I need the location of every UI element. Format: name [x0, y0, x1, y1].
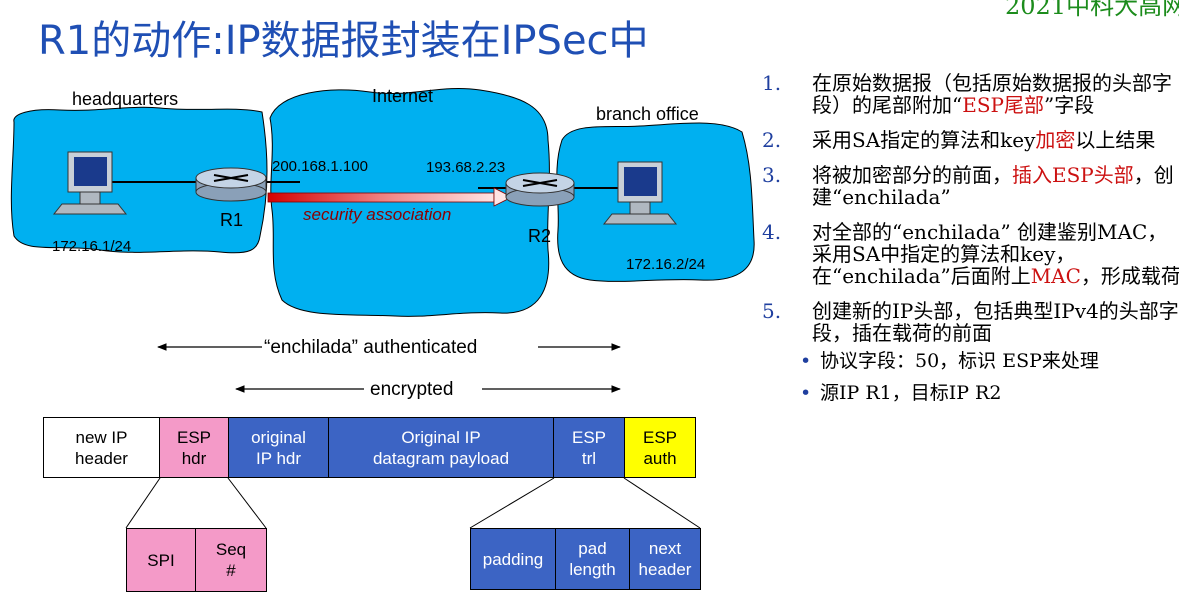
packet-esp-hdr: ESP hdr: [159, 417, 229, 478]
security-association-label: security association: [303, 205, 452, 224]
r2-label: R2: [528, 226, 552, 246]
branch-office-label: branch office: [596, 104, 699, 124]
esp-field-spi: SPI: [126, 528, 196, 592]
substep-item: • 协议字段：50，标识 ESP来处理: [800, 350, 1099, 372]
course-label: 2021中科大高网: [1005, 0, 1179, 20]
r2-public-ip: 193.68.2.23: [426, 159, 506, 176]
router-r1-icon: [195, 167, 267, 202]
packet-esp-trl: ESP trl: [553, 417, 625, 478]
packet-original-payload: Original IP datagram payload: [328, 417, 554, 478]
bullet-icon: •: [800, 350, 812, 372]
step-item: 4. 对全部的“enchilada” 创建鉴别MAC，采用SA中指定的算法和ke…: [762, 220, 1179, 288]
router-r2-icon: [505, 172, 575, 207]
substep-item: • 源IP R1，目标IP R2: [800, 382, 1002, 404]
headquarters-label: headquarters: [72, 89, 179, 109]
packet-new-ip-header: new IP header: [43, 417, 160, 478]
esp-trl-field-padding: padding: [470, 528, 556, 590]
hq-subnet-label: 172.16.1/24: [52, 238, 132, 255]
r1-label: R1: [220, 210, 244, 230]
branch-subnet-label: 172.16.2/24: [626, 256, 706, 273]
bullet-icon: •: [800, 382, 812, 404]
internet-label: Internet: [372, 86, 434, 106]
step-item: 5. 创建新的IP头部，包括典型IPv4的头部字段，插在载荷的前面: [762, 299, 1179, 345]
authenticated-span-label: “enchilada” authenticated: [264, 337, 478, 358]
packet-esp-auth: ESP auth: [624, 417, 696, 478]
esp-trl-field-next-header: next header: [629, 528, 701, 590]
r1-public-ip: 200.168.1.100: [272, 158, 368, 175]
step-item: 3. 将被加密部分的前面，插入ESP头部，创建“enchilada”: [762, 163, 1174, 209]
internet-cloud: [269, 87, 550, 317]
step-item: 2. 采用SA指定的算法和key加密以上结果: [762, 128, 1156, 152]
encrypted-span-label: encrypted: [370, 379, 454, 400]
esp-trl-field-pad-length: pad length: [555, 528, 630, 590]
packet-original-ip-hdr: original IP hdr: [228, 417, 329, 478]
step-item: 1. 在原始数据报（包括原始数据报的头部字段）的尾部附加“ESP尾部”字段: [762, 71, 1172, 117]
esp-field-seq: Seq #: [195, 528, 267, 592]
steps-list: 1. 在原始数据报（包括原始数据报的头部字段）的尾部附加“ESP尾部”字段 2.…: [762, 72, 1179, 414]
